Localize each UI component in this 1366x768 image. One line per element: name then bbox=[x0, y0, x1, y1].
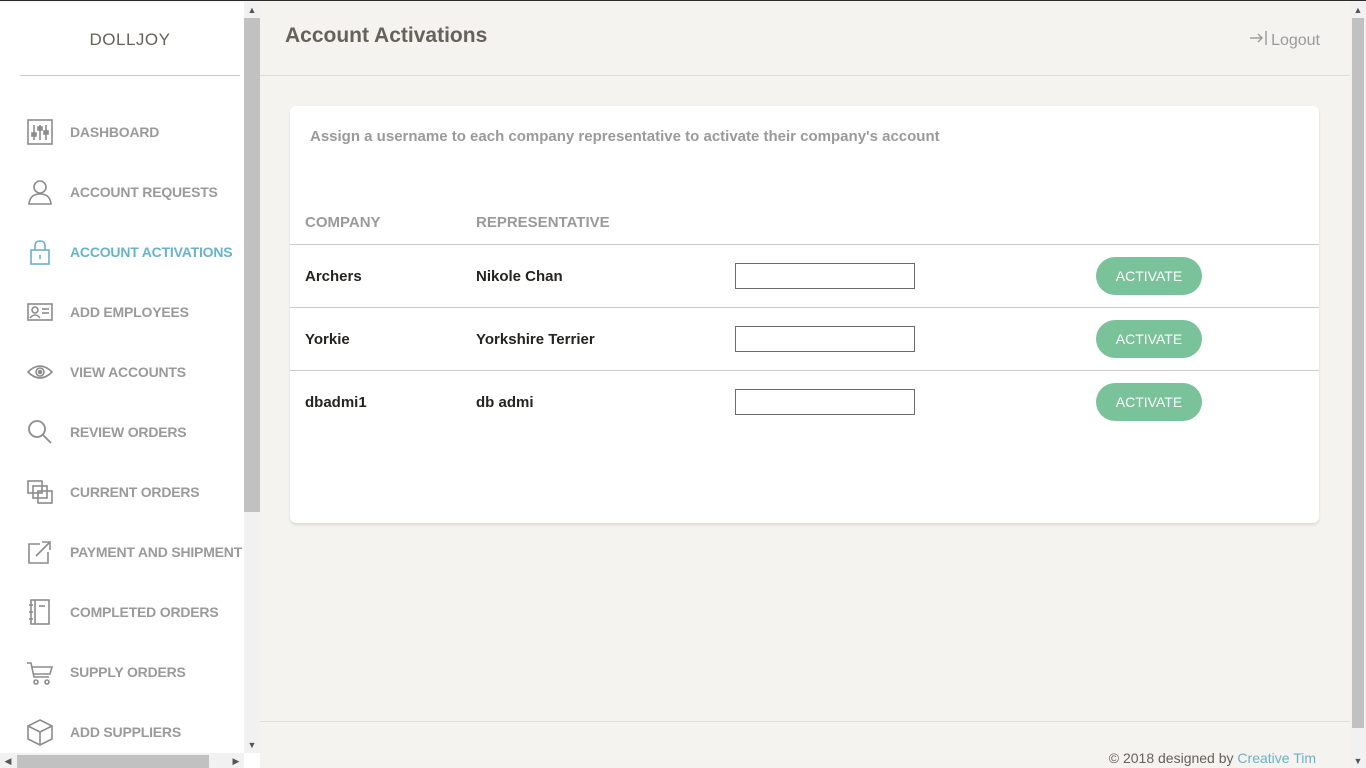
page-vertical-scroll-thumb[interactable] bbox=[1352, 18, 1364, 728]
username-input[interactable] bbox=[735, 389, 915, 415]
sidebar-item-add-suppliers[interactable]: ADD SUPPLIERS bbox=[0, 702, 244, 753]
activations-card: Assign a username to each company repres… bbox=[290, 106, 1319, 523]
sidebar-item-label: ACCOUNT ACTIVATIONS bbox=[70, 244, 233, 260]
copyright-text: © 2018 designed by bbox=[1108, 750, 1238, 766]
sidebar-item-label: VIEW ACCOUNTS bbox=[70, 364, 186, 380]
sidebar-horizontal-scroll-thumb[interactable] bbox=[17, 755, 209, 768]
page-scroll-up-icon[interactable]: ▲ bbox=[1350, 2, 1366, 18]
user-icon bbox=[26, 178, 54, 206]
eye-icon bbox=[26, 358, 54, 386]
table-row: dbadmi1 db admi ACTIVATE bbox=[290, 370, 1319, 433]
sidebar-item-view-accounts[interactable]: VIEW ACCOUNTS bbox=[0, 342, 244, 402]
username-input[interactable] bbox=[735, 326, 915, 352]
sidebar-item-label: DASHBOARD bbox=[70, 124, 160, 140]
sidebar-item-current-orders[interactable]: CURRENT ORDERS bbox=[0, 462, 244, 522]
sidebar-vertical-scroll-thumb[interactable] bbox=[244, 18, 260, 512]
scroll-down-icon[interactable]: ▼ bbox=[244, 737, 260, 753]
footer: © 2018 designed by Creative Tim bbox=[260, 721, 1350, 768]
lock-icon bbox=[26, 238, 54, 266]
share-icon bbox=[26, 538, 54, 566]
sidebar-nav: DASHBOARD ACCOUNT REQUESTS ACCOUNT ACTIV… bbox=[0, 102, 244, 753]
page-scroll-down-icon[interactable]: ▼ bbox=[1350, 753, 1366, 768]
sidebar-item-label: COMPLETED ORDERS bbox=[70, 604, 219, 620]
table-row: Archers Nikole Chan ACTIVATE bbox=[290, 244, 1319, 307]
sidebar: DOLLJOY DASHBOARD ACCOUNT REQUESTS ACCOU… bbox=[0, 2, 260, 768]
activate-button[interactable]: ACTIVATE bbox=[1096, 257, 1202, 295]
sidebar-item-dashboard[interactable]: DASHBOARD bbox=[0, 102, 244, 162]
brand-logo[interactable]: DOLLJOY bbox=[20, 2, 240, 76]
sidebar-item-payment-and-shipment[interactable]: PAYMENT AND SHIPMENT bbox=[0, 522, 244, 582]
sidebar-item-account-requests[interactable]: ACCOUNT REQUESTS bbox=[0, 162, 244, 222]
top-navbar: Account Activations Logout bbox=[260, 2, 1350, 76]
column-header-company: COMPANY bbox=[305, 214, 381, 231]
sidebar-item-completed-orders[interactable]: COMPLETED ORDERS bbox=[0, 582, 244, 642]
table-row: Yorkie Yorkshire Terrier ACTIVATE bbox=[290, 307, 1319, 370]
sidebar-item-label: CURRENT ORDERS bbox=[70, 484, 200, 500]
representative-name: Nikole Chan bbox=[476, 268, 563, 285]
activate-button[interactable]: ACTIVATE bbox=[1096, 320, 1202, 358]
scroll-right-icon[interactable]: ▶ bbox=[228, 753, 244, 768]
notebook-icon bbox=[26, 598, 54, 626]
company-name: dbadmi1 bbox=[305, 394, 367, 411]
page-title: Account Activations bbox=[285, 24, 488, 47]
sidebar-item-label: SUPPLY ORDERS bbox=[70, 664, 186, 680]
sidebar-item-label: REVIEW ORDERS bbox=[70, 424, 187, 440]
company-name: Archers bbox=[305, 268, 362, 285]
representative-name: Yorkshire Terrier bbox=[476, 331, 595, 348]
representative-name: db admi bbox=[476, 394, 534, 411]
sidebar-item-label: ADD SUPPLIERS bbox=[70, 724, 181, 740]
username-input[interactable] bbox=[735, 263, 915, 289]
scroll-up-icon[interactable]: ▲ bbox=[244, 2, 260, 18]
sidebar-item-label: ACCOUNT REQUESTS bbox=[70, 184, 218, 200]
box-icon bbox=[26, 718, 54, 746]
card-description: Assign a username to each company repres… bbox=[310, 128, 940, 145]
sliders-icon bbox=[26, 118, 54, 146]
sidebar-item-review-orders[interactable]: REVIEW ORDERS bbox=[0, 402, 244, 462]
cart-icon bbox=[26, 658, 54, 686]
logout-link[interactable]: Logout bbox=[1249, 30, 1320, 51]
column-header-representative: REPRESENTATIVE bbox=[476, 214, 610, 231]
search-icon bbox=[26, 418, 54, 446]
scroll-left-icon[interactable]: ◀ bbox=[0, 753, 16, 768]
logout-label: Logout bbox=[1271, 31, 1320, 49]
id-card-icon bbox=[26, 298, 54, 326]
sidebar-item-add-employees[interactable]: ADD EMPLOYEES bbox=[0, 282, 244, 342]
sidebar-item-supply-orders[interactable]: SUPPLY ORDERS bbox=[0, 642, 244, 702]
sidebar-item-label: ADD EMPLOYEES bbox=[70, 304, 189, 320]
logout-icon bbox=[1249, 30, 1271, 51]
activate-button[interactable]: ACTIVATE bbox=[1096, 383, 1202, 421]
sidebar-item-account-activations[interactable]: ACCOUNT ACTIVATIONS bbox=[0, 222, 244, 282]
creative-tim-link[interactable]: Creative Tim bbox=[1237, 750, 1316, 766]
company-name: Yorkie bbox=[305, 331, 350, 348]
sidebar-item-label: PAYMENT AND SHIPMENT bbox=[70, 544, 243, 560]
copyright: © 2018 designed by Creative Tim bbox=[1109, 750, 1316, 766]
layers-icon bbox=[26, 478, 54, 506]
sidebar-content: DOLLJOY DASHBOARD ACCOUNT REQUESTS ACCOU… bbox=[0, 2, 244, 753]
